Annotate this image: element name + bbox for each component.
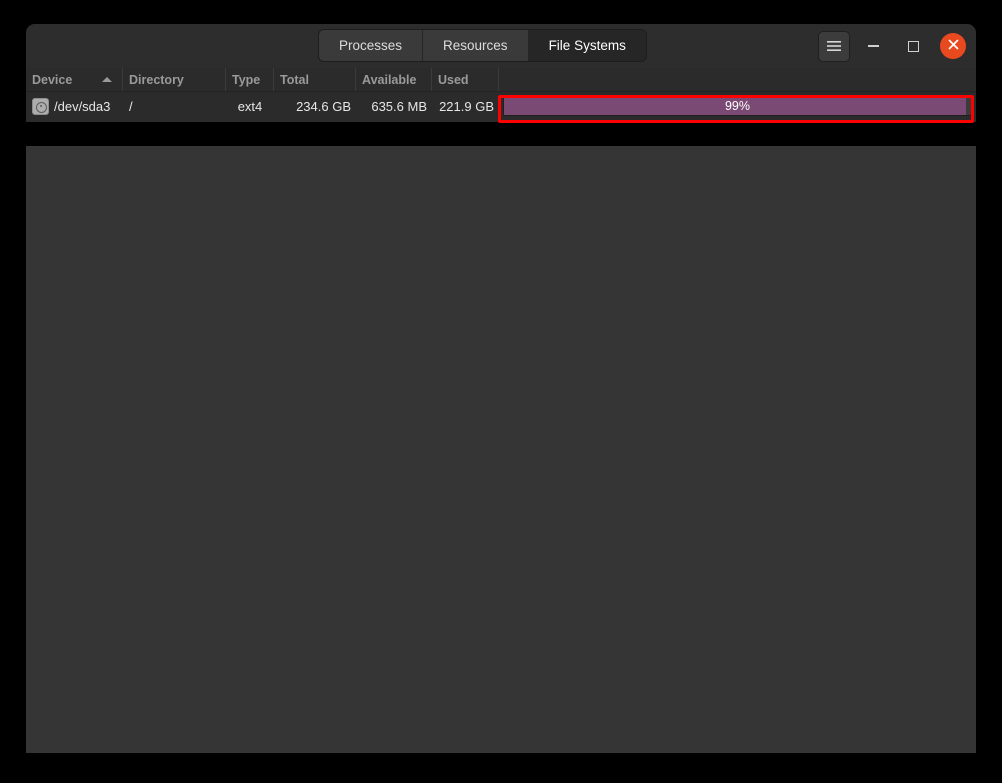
cell-total: 234.6 GB	[296, 98, 351, 114]
column-header-directory[interactable]: Directory	[123, 68, 226, 91]
maximize-icon	[907, 40, 919, 52]
cell-type: ext4	[237, 98, 263, 114]
column-header-available-label: Available	[362, 72, 417, 87]
column-header-used[interactable]: Used	[432, 68, 499, 91]
column-header-type[interactable]: Type	[226, 68, 274, 91]
column-header-usage[interactable]	[499, 68, 976, 91]
sort-ascending-icon	[102, 77, 112, 82]
minimize-icon	[867, 45, 879, 47]
cell-usage: 99%	[499, 92, 976, 120]
column-header-device-label: Device	[32, 72, 73, 87]
column-header-available[interactable]: Available	[356, 68, 432, 91]
hamburger-menu-button[interactable]	[818, 30, 850, 62]
cell-directory: /	[129, 98, 133, 114]
window-controls	[818, 24, 966, 68]
minimize-button[interactable]	[856, 29, 890, 63]
column-header-total-label: Total	[280, 72, 309, 87]
column-header-device[interactable]: Device	[26, 68, 123, 91]
column-header-total[interactable]: Total	[274, 68, 356, 91]
hamburger-menu-icon	[827, 40, 841, 52]
tab-processes[interactable]: Processes	[319, 30, 424, 61]
usage-progress-bar-label: 99%	[724, 99, 751, 113]
screen-root: Processes Resources File Systems Device …	[0, 0, 1002, 783]
content-panel	[26, 146, 976, 753]
close-button[interactable]	[940, 33, 966, 59]
tab-file-systems[interactable]: File Systems	[528, 30, 646, 61]
cell-used: 221.9 GB	[439, 98, 494, 114]
column-header-type-label: Type	[232, 72, 261, 87]
tab-resources[interactable]: Resources	[423, 30, 529, 61]
disk-drive-icon	[32, 97, 49, 115]
window-headerbar: Processes Resources File Systems	[26, 24, 976, 68]
cell-device: /dev/sda3	[26, 92, 123, 120]
table-row[interactable]: /dev/sda3 / ext4 234.6 GB 635.6 MB 221.9…	[26, 92, 976, 120]
maximize-button[interactable]	[896, 29, 930, 63]
cell-available: 635.6 MB	[371, 98, 427, 114]
view-tab-switcher[interactable]: Processes Resources File Systems	[318, 29, 647, 62]
column-header-used-label: Used	[438, 72, 469, 87]
column-header-directory-label: Directory	[129, 72, 184, 87]
filesystem-table-header: Device Directory Type Total Available Us…	[26, 68, 976, 92]
system-monitor-window: Processes Resources File Systems Device …	[26, 24, 976, 122]
close-icon	[948, 37, 959, 55]
usage-progress-bar: 99%	[503, 96, 972, 116]
cell-device-label: /dev/sda3	[54, 98, 111, 114]
